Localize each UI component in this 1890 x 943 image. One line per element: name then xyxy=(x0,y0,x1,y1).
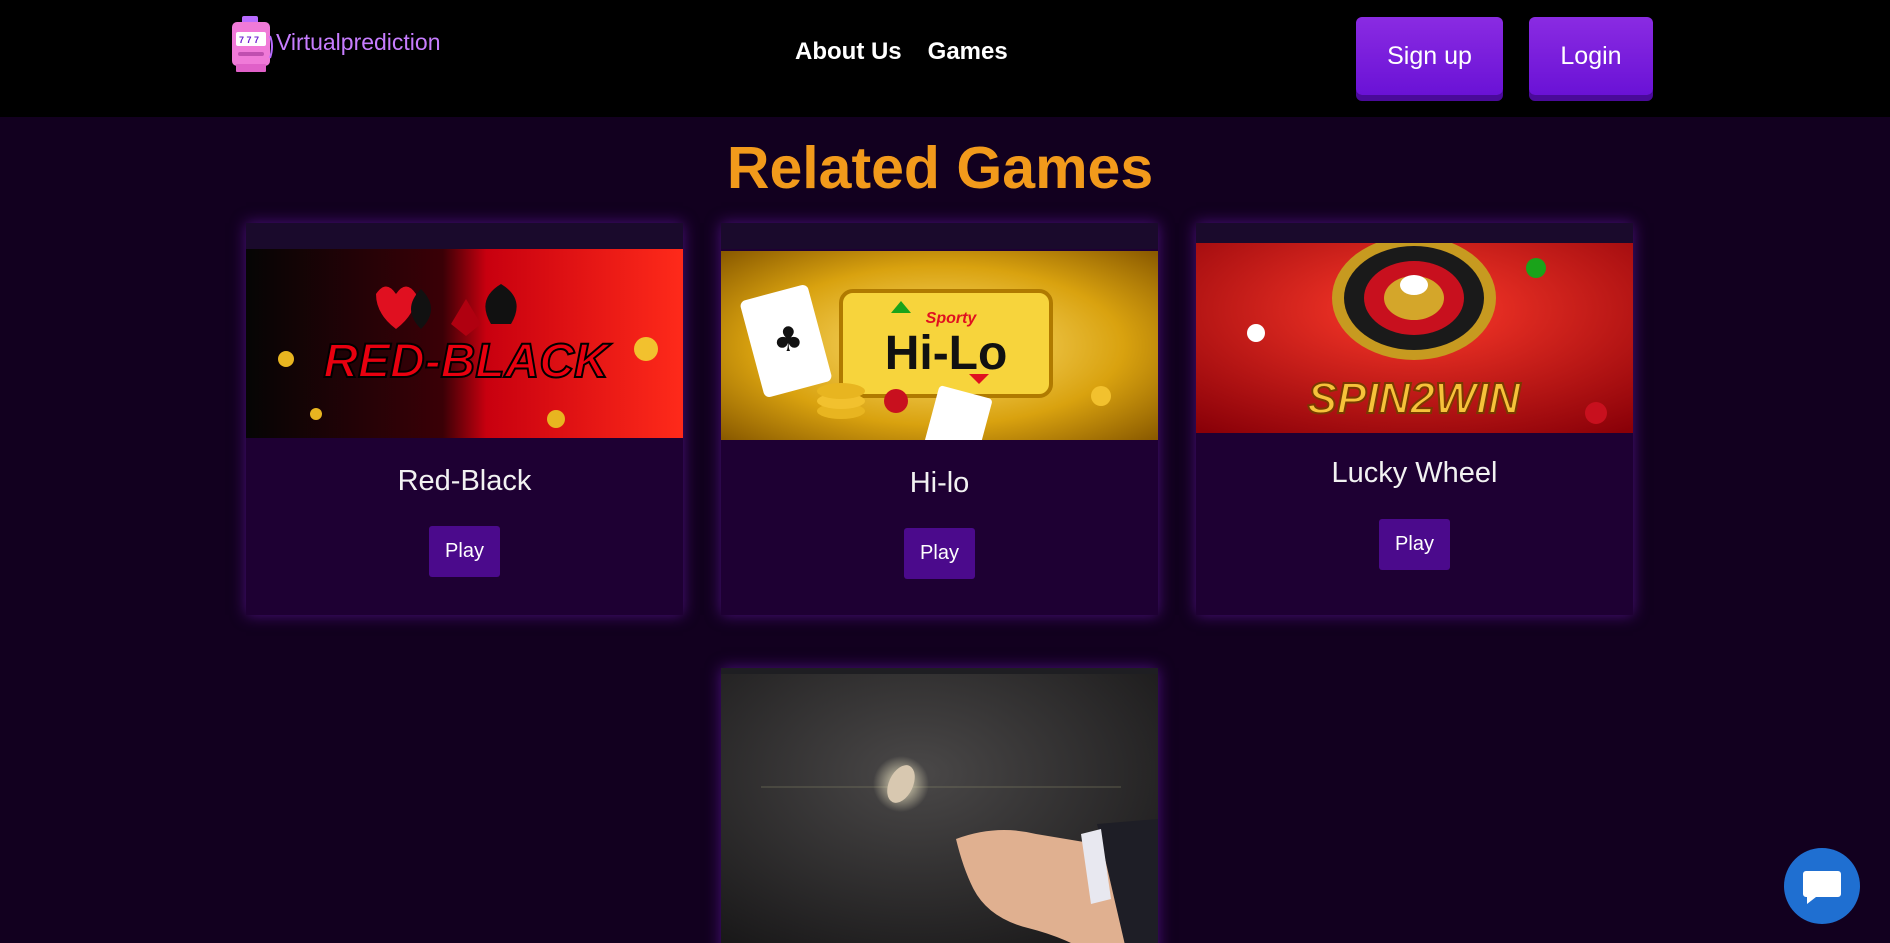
main-nav: About Us Games xyxy=(795,38,1008,66)
game-card-lucky-wheel: SPIN2WIN Lucky Wheel Play xyxy=(1196,223,1633,615)
hi-lo-banner[interactable]: ♣ Sporty Hi-Lo xyxy=(721,251,1158,440)
lucky-wheel-banner[interactable]: SPIN2WIN xyxy=(1196,243,1633,433)
red-black-banner[interactable]: RED-BLACK xyxy=(246,249,683,438)
game-card-hi-lo: ♣ Sporty Hi-Lo Hi-lo Play xyxy=(721,223,1158,615)
red-black-banner-text: RED-BLACK xyxy=(323,335,612,388)
nav-games[interactable]: Games xyxy=(928,38,1008,66)
signup-button[interactable]: Sign up xyxy=(1356,17,1503,95)
play-button[interactable]: Play xyxy=(904,528,975,579)
chat-button[interactable] xyxy=(1784,848,1860,924)
svg-text:♣: ♣ xyxy=(773,320,803,360)
play-button[interactable]: Play xyxy=(429,526,500,577)
logo-link[interactable]: 7 7 7 Virtualprediction xyxy=(230,16,441,72)
logo-text: Virtualprediction xyxy=(276,29,441,55)
game-title: Hi-lo xyxy=(909,467,970,499)
play-button[interactable]: Play xyxy=(1379,519,1450,570)
game-card-red-black: RED-BLACK Red-Black Play xyxy=(246,223,683,615)
game-title: Red-Black xyxy=(397,465,532,497)
section-title: Related Games xyxy=(726,135,1154,201)
game-title: Lucky Wheel xyxy=(1331,457,1498,489)
coin-flip-banner[interactable] xyxy=(721,674,1158,943)
hi-lo-banner-text: Hi-Lo xyxy=(885,327,1008,380)
login-button[interactable]: Login xyxy=(1529,17,1653,95)
svg-text:7 7 7: 7 7 7 xyxy=(239,35,259,45)
chat-bubble-icon xyxy=(1803,871,1841,904)
hi-lo-banner-brand: Sporty xyxy=(926,310,978,327)
slot-machine-icon: 7 7 7 xyxy=(232,16,273,72)
site-header: 7 7 7 Virtualprediction About Us Games S… xyxy=(0,0,1890,117)
lucky-wheel-banner-text: SPIN2WIN xyxy=(1308,374,1522,423)
nav-about-us[interactable]: About Us xyxy=(795,38,902,66)
game-card-coin-flip xyxy=(721,668,1158,943)
